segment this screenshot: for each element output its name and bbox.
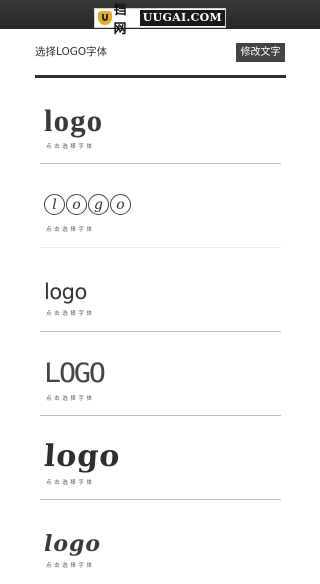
font-hint: 点击选择字体	[46, 144, 95, 150]
font-hint: 点击选择字体	[46, 227, 95, 233]
page-title: 选择LOGO字体	[35, 46, 108, 58]
divider	[40, 247, 281, 248]
top-banner: 铛网 UUGAI.COM	[0, 0, 320, 37]
font-hint: 点击选择字体	[46, 311, 95, 317]
font-sample: logo	[44, 531, 102, 557]
font-option-3[interactable]: logo 点击选择字体	[40, 250, 281, 332]
font-hint: 点击选择字体	[46, 480, 95, 486]
font-sample: logo	[44, 103, 104, 138]
font-sample-letter: o	[110, 194, 131, 215]
font-hint: 点击选择字体	[46, 396, 95, 402]
brand-name-cn: 铛网	[113, 3, 127, 37]
modify-text-button[interactable]: 修改文字	[236, 43, 285, 62]
divider	[40, 163, 281, 164]
divider	[40, 331, 281, 332]
header-divider	[35, 75, 286, 78]
font-sample: LOGO	[44, 358, 106, 389]
shield-logo-icon	[98, 11, 112, 25]
font-option-2[interactable]: l o g o 点击选择字体	[40, 166, 281, 248]
font-option-6[interactable]: logo 点击选择字体	[40, 502, 281, 584]
brand-domain: UUGAI.COM	[139, 10, 225, 26]
divider	[40, 415, 281, 416]
font-sample: l o g o	[44, 194, 131, 215]
divider	[40, 499, 281, 500]
site-logo[interactable]: 铛网 UUGAI.COM	[94, 3, 226, 37]
font-sample-letter: l	[44, 194, 65, 215]
font-sample: logo	[42, 439, 122, 474]
font-sample-letter: g	[88, 194, 109, 215]
font-option-5[interactable]: logo 点击选择字体	[40, 418, 281, 500]
font-hint: 点击选择字体	[46, 563, 95, 569]
font-sample-letter: o	[66, 194, 87, 215]
font-option-4[interactable]: LOGO 点击选择字体	[40, 334, 281, 416]
font-option-1[interactable]: logo 点击选择字体	[40, 82, 281, 164]
font-sample: logo	[44, 280, 87, 304]
